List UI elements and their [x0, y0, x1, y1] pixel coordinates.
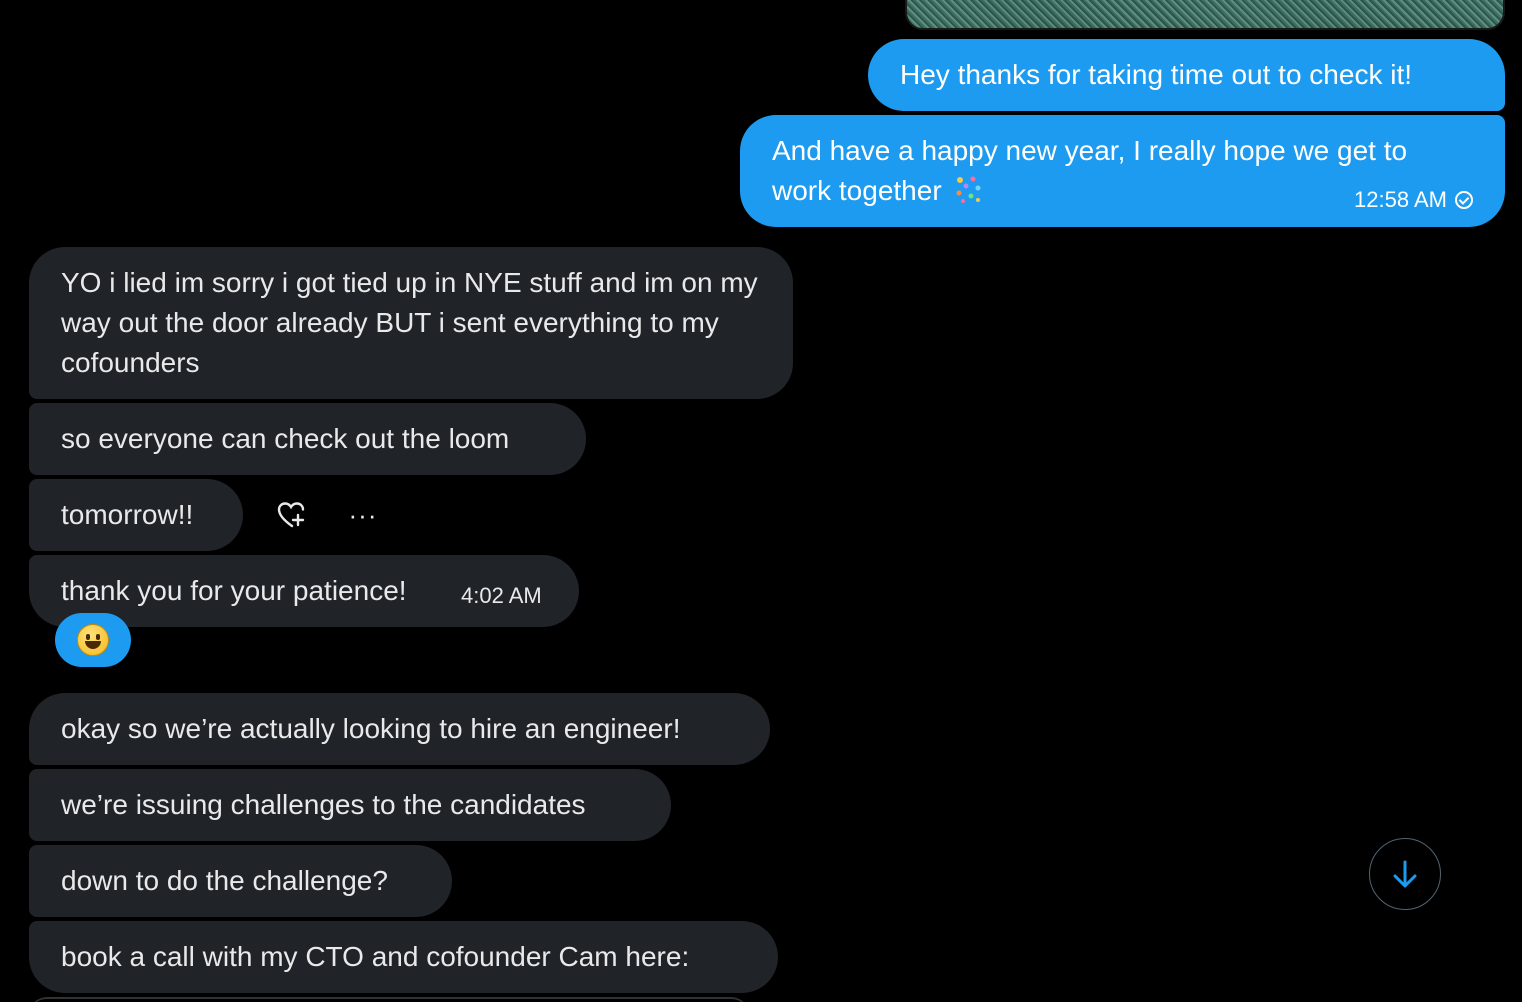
heart-plus-icon	[277, 502, 305, 528]
message-timestamp: 4:02 AM	[461, 583, 542, 608]
message-text: book a call with my CTO and cofounder Ca…	[61, 941, 690, 972]
message-outgoing[interactable]: And have a happy new year, I really hope…	[740, 115, 1505, 227]
message-text: we’re issuing challenges to the candidat…	[61, 789, 586, 820]
message-text: YO i lied im sorry i got tied up in NYE …	[61, 267, 758, 378]
message-timestamp: 12:58 AM	[1354, 187, 1447, 212]
message-text: And have a happy new year, I really hope…	[772, 135, 1408, 206]
message-outgoing[interactable]: Hey thanks for taking time out to check …	[868, 39, 1505, 111]
media-attachment-preview[interactable]	[905, 0, 1505, 30]
message-text: so everyone can check out the loom	[61, 423, 510, 454]
message-text: down to do the challenge?	[61, 865, 388, 896]
message-incoming[interactable]: we’re issuing challenges to the candidat…	[29, 769, 671, 841]
scroll-to-bottom-button[interactable]	[1369, 838, 1441, 910]
message-incoming[interactable]: tomorrow!!	[29, 479, 243, 551]
grinning-face-emoji	[77, 624, 109, 656]
message-meta: 12:58 AM	[1354, 187, 1473, 213]
message-incoming[interactable]: okay so we’re actually looking to hire a…	[29, 693, 770, 765]
seen-check-icon	[1455, 191, 1473, 209]
dm-conversation: Hey thanks for taking time out to check …	[0, 0, 1522, 1002]
more-options-button[interactable]: ···	[343, 497, 383, 533]
message-text: tomorrow!!	[61, 499, 194, 530]
message-text: Hey thanks for taking time out to check …	[900, 59, 1413, 90]
more-icon: ···	[348, 500, 378, 530]
message-text: okay so we’re actually looking to hire a…	[61, 713, 681, 744]
party-icon	[956, 176, 981, 203]
message-incoming[interactable]: YO i lied im sorry i got tied up in NYE …	[29, 247, 793, 399]
link-card-preview[interactable]	[29, 997, 749, 1002]
message-text: thank you for your patience!	[61, 575, 407, 606]
message-reaction[interactable]	[55, 613, 131, 667]
arrow-down-icon	[1393, 860, 1417, 888]
add-reaction-button[interactable]	[272, 497, 312, 533]
message-incoming[interactable]: so everyone can check out the loom	[29, 403, 586, 475]
message-incoming[interactable]: down to do the challenge?	[29, 845, 452, 917]
message-incoming[interactable]: book a call with my CTO and cofounder Ca…	[29, 921, 778, 993]
